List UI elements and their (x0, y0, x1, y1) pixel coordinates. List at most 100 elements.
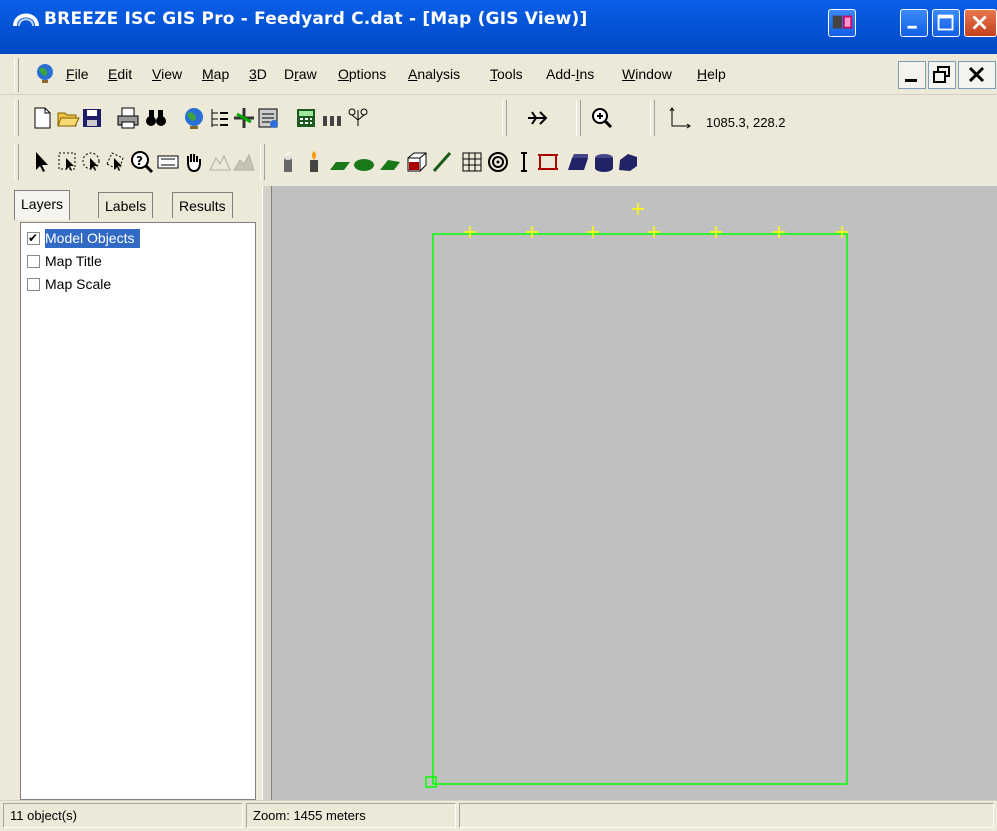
select-circle-icon[interactable] (80, 150, 104, 174)
layer-checkbox[interactable] (27, 255, 40, 268)
maximize-icon (937, 14, 954, 31)
map-view[interactable] (272, 186, 997, 800)
menu-draw[interactable]: Draw (284, 66, 317, 82)
menu-grip[interactable] (14, 58, 19, 92)
source-wizard-icon[interactable] (232, 106, 256, 130)
hills-disabled-icon (233, 153, 255, 171)
receptor-marker (773, 226, 785, 238)
flare-source-icon[interactable] (302, 150, 326, 174)
close-icon (968, 66, 985, 83)
globe-icon[interactable] (34, 62, 56, 84)
query-icon[interactable]: ? (130, 150, 154, 174)
pan-hand-icon[interactable] (182, 150, 206, 174)
calculator-icon[interactable] (294, 106, 318, 130)
binoculars-icon[interactable] (144, 106, 168, 130)
menu-add-ins[interactable]: Add-Ins (546, 66, 594, 82)
measure-icon[interactable] (156, 150, 180, 174)
wind-direction-icon[interactable] (526, 106, 550, 130)
maximize-button[interactable] (932, 9, 960, 37)
layer-item-model-objects[interactable]: Model Objects (23, 229, 253, 248)
layer-item-map-title[interactable]: Map Title (23, 252, 253, 271)
mdi-close-button[interactable] (958, 61, 996, 89)
layer-label: Model Objects (45, 229, 141, 248)
receptor-marker (648, 226, 660, 238)
boundary-icon[interactable] (536, 150, 560, 174)
coordinates-icon (669, 107, 691, 129)
panel-splitter[interactable] (262, 186, 272, 800)
menu-edit[interactable]: Edit (108, 66, 132, 82)
toolbar-separator (260, 144, 265, 180)
receptor-marker (836, 226, 848, 238)
map-canvas[interactable] (272, 186, 997, 800)
edit-document-icon[interactable] (256, 106, 280, 130)
new-file-icon[interactable] (30, 106, 54, 130)
cartesian-grid-icon[interactable] (460, 150, 484, 174)
tab-layers[interactable]: Layers (14, 190, 71, 220)
restore-icon (933, 66, 950, 83)
minimize-icon (907, 25, 917, 29)
receptors-icon[interactable] (346, 106, 370, 130)
area-source-icon[interactable] (328, 150, 352, 174)
toolbar-separator (650, 100, 655, 136)
area-circle-icon[interactable] (352, 150, 376, 174)
coordinates-readout: 1085.3, 228.2 (706, 115, 786, 130)
toolbar-grip[interactable] (14, 100, 19, 136)
receptor-points (464, 203, 848, 238)
volume-source-icon[interactable] (404, 150, 428, 174)
zoom-in-icon[interactable] (590, 106, 614, 130)
menu-file[interactable]: File (66, 66, 89, 82)
layer-checkbox[interactable] (27, 278, 40, 291)
polar-grid-icon[interactable] (486, 150, 510, 174)
window-title: BREEZE ISC GIS Pro - Feedyard C.dat - [M… (44, 9, 588, 29)
menu-help[interactable]: Help (697, 66, 726, 82)
stacks-icon[interactable] (320, 106, 344, 130)
polygon-building-icon[interactable] (616, 150, 640, 174)
select-box-icon[interactable] (56, 150, 80, 174)
toolbar-separator (576, 100, 581, 136)
layer-checkbox[interactable] (27, 229, 40, 248)
tab-labels[interactable]: Labels (98, 192, 154, 218)
receptor-marker (632, 203, 644, 215)
tree-view-icon[interactable] (208, 106, 232, 130)
discrete-receptor-icon[interactable] (512, 150, 536, 174)
save-icon[interactable] (80, 106, 104, 130)
status-zoom: Zoom: 1455 meters (246, 803, 456, 828)
toolbar-separator (502, 100, 507, 136)
building-icon[interactable] (566, 150, 590, 174)
minimize-icon (905, 79, 917, 82)
open-folder-icon[interactable] (56, 106, 80, 130)
status-empty-panel (459, 803, 994, 828)
gis-view-globe-icon[interactable] (182, 106, 206, 130)
property-boundary (432, 233, 848, 785)
receptor-marker (587, 226, 599, 238)
close-button[interactable] (964, 9, 997, 37)
layer-label: Map Title (45, 253, 102, 269)
line-source-icon[interactable] (430, 150, 454, 174)
menu-3d[interactable]: 3D (249, 66, 267, 82)
terrain-disabled-icon (209, 154, 231, 171)
boundary-vertex-handle (425, 776, 437, 788)
menu-options[interactable]: Options (338, 66, 386, 82)
print-icon[interactable] (116, 106, 140, 130)
title-bar: BREEZE ISC GIS Pro - Feedyard C.dat - [M… (0, 0, 997, 54)
menu-tools[interactable]: Tools (490, 66, 523, 82)
close-icon (972, 15, 987, 30)
layer-item-map-scale[interactable]: Map Scale (23, 275, 253, 294)
area-poly-icon[interactable] (378, 150, 402, 174)
restore-menu-icon-button[interactable] (828, 9, 856, 37)
svg-text:?: ? (136, 154, 143, 168)
menu-view[interactable]: View (152, 66, 182, 82)
menu-map[interactable]: Map (202, 66, 229, 82)
select-polygon-icon[interactable] (104, 150, 128, 174)
mdi-minimize-button[interactable] (898, 61, 926, 89)
menu-window[interactable]: Window (622, 66, 672, 82)
toolbar-grip[interactable] (14, 144, 19, 180)
menu-analysis[interactable]: Analysis (408, 66, 460, 82)
point-source-icon[interactable] (276, 150, 300, 174)
minimize-button[interactable] (900, 9, 928, 37)
mdi-restore-button[interactable] (928, 61, 956, 89)
select-arrow-icon[interactable] (30, 150, 54, 174)
tank-icon[interactable] (592, 150, 616, 174)
tab-results[interactable]: Results (172, 192, 233, 218)
receptor-marker (710, 226, 722, 238)
